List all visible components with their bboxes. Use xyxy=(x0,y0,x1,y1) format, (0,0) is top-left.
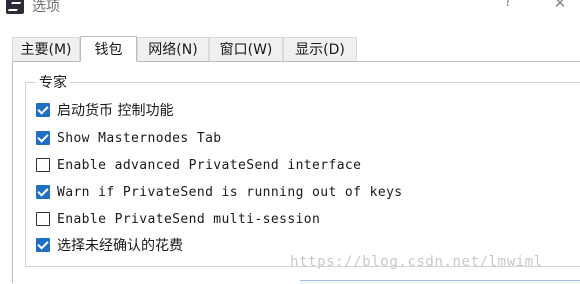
checkbox-icon[interactable] xyxy=(36,131,50,145)
tab-network[interactable]: 网络(N) xyxy=(137,37,209,62)
title-bar: 选项 ? ✕ xyxy=(0,0,580,18)
group-title: 专家 xyxy=(36,72,70,92)
option-label: Enable PrivateSend multi-session xyxy=(57,212,321,227)
tab-main[interactable]: 主要(M) xyxy=(12,37,80,62)
tab-display[interactable]: 显示(D) xyxy=(283,37,357,62)
checkbox-icon[interactable] xyxy=(36,212,50,226)
option-label: 启动货币 控制功能 xyxy=(57,103,174,119)
window-title: 选项 xyxy=(32,0,60,15)
dialog-button-edge[interactable] xyxy=(300,280,580,284)
tab-bar: 主要(M) 钱包 网络(N) 窗口(W) 显示(D) xyxy=(0,36,580,62)
option-label: 选择未经确认的花费 xyxy=(57,238,183,254)
tab-window[interactable]: 窗口(W) xyxy=(209,37,283,62)
checkbox-icon[interactable] xyxy=(36,238,50,252)
watermark-text: https://blog.csdn.net/lmwiml xyxy=(290,254,543,270)
option-label: Show Masternodes Tab xyxy=(57,131,222,146)
help-button[interactable]: ? xyxy=(498,0,518,10)
option-label: Enable advanced PrivateSend interface xyxy=(57,158,362,173)
tab-wallet[interactable]: 钱包 xyxy=(80,36,137,62)
checkbox-icon[interactable] xyxy=(36,185,50,199)
option-label: Warn if PrivateSend is running out of ke… xyxy=(57,185,403,200)
close-button[interactable]: ✕ xyxy=(550,0,570,12)
app-icon xyxy=(6,0,24,14)
checkbox-icon[interactable] xyxy=(36,158,50,172)
checkbox-icon[interactable] xyxy=(36,103,50,117)
